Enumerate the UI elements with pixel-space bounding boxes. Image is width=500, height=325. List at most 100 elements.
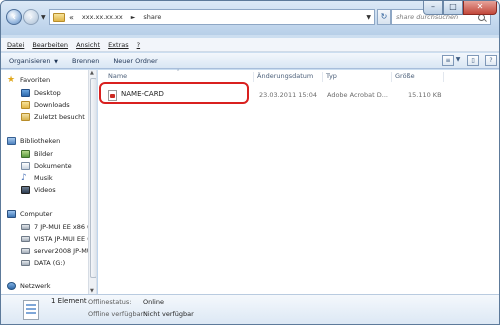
nav-item-label: VISTA JP-MUI EE ( <box>34 235 90 243</box>
menu-bar: Datei Bearbeiten Ansicht Extras ? <box>1 38 499 52</box>
refresh-button[interactable]: ↻ <box>377 9 391 25</box>
maximize-button[interactable]: □ <box>443 1 463 15</box>
nav-item-drive-c[interactable]: 7 JP-MUI EE x86 (C <box>21 223 94 231</box>
address-bar[interactable]: « xxx.xx.xx.xx ► share ▼ <box>49 9 375 25</box>
menu-extras[interactable]: Extras <box>108 41 129 49</box>
item-count: 1 Element <box>51 297 87 305</box>
nav-item-videos[interactable]: Videos <box>21 186 56 194</box>
address-separator-icon[interactable]: ► <box>131 14 136 21</box>
nav-item-drive-server[interactable]: server2008 JP-MUI <box>21 247 94 255</box>
downloads-folder-icon <box>21 101 30 109</box>
scroll-thumb[interactable] <box>90 78 96 278</box>
nav-computer[interactable]: Computer <box>7 210 52 218</box>
arrow-right-icon: › <box>28 11 34 23</box>
offline-availability-label: Offline verfügbar: <box>88 310 146 318</box>
file-date: 23.03.2011 15:04 <box>259 91 318 99</box>
back-button[interactable]: ‹ <box>6 9 22 25</box>
nav-network-label: Netzwerk <box>20 282 51 290</box>
nav-item-drive-vista[interactable]: VISTA JP-MUI EE ( <box>21 235 90 243</box>
address-segment-server[interactable]: xxx.xx.xx.xx <box>82 13 123 21</box>
details-pane: 1 Element Offlinestatus: Online Offline … <box>1 294 499 324</box>
folder-icon <box>53 12 65 22</box>
nav-item-desktop[interactable]: Desktop <box>21 89 61 97</box>
address-segment-share[interactable]: share <box>143 13 161 21</box>
column-header-size[interactable]: Größe <box>395 72 415 80</box>
help-icon[interactable]: ? <box>485 55 497 66</box>
nav-item-label: 7 JP-MUI EE x86 (C <box>34 223 95 231</box>
sort-ascending-icon: ⌃ <box>176 69 181 75</box>
pictures-icon <box>21 150 30 158</box>
title-bar: ‹ › ▼ « xxx.xx.xx.xx ► share ▼ ↻ share d… <box>1 1 499 35</box>
window-controls: – □ ✕ <box>423 1 497 15</box>
column-header-date[interactable]: Änderungsdatum <box>257 72 313 80</box>
network-icon <box>7 282 16 290</box>
nav-item-pictures[interactable]: Bilder <box>21 150 53 158</box>
column-divider[interactable] <box>443 72 444 82</box>
file-list: ⌃ Name Änderungsdatum Typ Größe NAME-CAR… <box>98 69 499 294</box>
close-button[interactable]: ✕ <box>463 1 497 15</box>
nav-computer-label: Computer <box>20 210 53 218</box>
recent-places-icon <box>21 113 30 121</box>
computer-icon <box>7 210 16 218</box>
organize-label: Organisieren <box>9 56 51 65</box>
nav-item-label: Desktop <box>34 89 61 97</box>
nav-item-label: Bilder <box>34 150 53 158</box>
menu-ansicht[interactable]: Ansicht <box>76 41 100 49</box>
menu-bearbeiten[interactable]: Bearbeiten <box>32 41 68 49</box>
star-icon: ★ <box>7 75 16 85</box>
view-controls: ≡ ▼ ▯ ? <box>436 55 497 66</box>
nav-item-label: Musik <box>34 174 53 182</box>
nav-favorites-label: Favoriten <box>20 76 51 84</box>
nav-scrollbar[interactable]: ▲ ▼ <box>88 70 96 294</box>
drive-icon <box>21 224 30 230</box>
multiple-files-icon <box>23 300 39 320</box>
documents-icon <box>21 162 30 170</box>
drive-icon <box>21 248 30 254</box>
forward-button[interactable]: › <box>23 9 39 25</box>
burn-button[interactable]: Brennen <box>72 57 99 65</box>
column-divider[interactable] <box>322 72 323 82</box>
nav-item-documents[interactable]: Dokumente <box>21 162 72 170</box>
desktop-icon <box>21 89 30 97</box>
preview-pane-icon[interactable]: ▯ <box>467 55 479 66</box>
address-dropdown-icon[interactable]: ▼ <box>366 14 371 21</box>
drive-icon <box>21 236 30 242</box>
menu-datei[interactable]: Datei <box>7 41 24 49</box>
nav-item-recent[interactable]: Zuletzt besucht <box>21 113 85 121</box>
table-row[interactable]: NAME-CARD 23.03.2011 15:04 Adobe Acrobat… <box>104 88 494 102</box>
nav-item-drive-data[interactable]: DATA (G:) <box>21 259 65 267</box>
nav-item-label: DATA (G:) <box>34 259 66 267</box>
nav-favorites[interactable]: ★ Favoriten <box>7 75 51 85</box>
file-size: 15.110 KB <box>408 91 442 99</box>
navigation-pane: ★ Favoriten Desktop Downloads Zuletzt be… <box>1 70 97 294</box>
offline-status-label: Offlinestatus: <box>88 298 132 306</box>
nav-network[interactable]: Netzwerk <box>7 282 51 290</box>
command-bar: Organisieren ▼ Brennen Neuer Ordner ≡ ▼ … <box>1 53 499 69</box>
history-dropdown-icon[interactable]: ▼ <box>41 14 46 21</box>
column-header-name[interactable]: Name <box>108 72 127 80</box>
offline-status-value: Online <box>143 298 164 306</box>
column-divider[interactable] <box>391 72 392 82</box>
nav-item-label: Videos <box>34 186 56 194</box>
videos-icon <box>21 186 30 194</box>
music-icon: ♪ <box>21 173 27 183</box>
scroll-up-icon[interactable]: ▲ <box>90 70 94 76</box>
nav-libraries-label: Bibliotheken <box>20 137 61 145</box>
address-overflow[interactable]: « <box>69 13 74 22</box>
menu-help[interactable]: ? <box>137 41 140 49</box>
column-header-type[interactable]: Typ <box>326 72 337 80</box>
column-divider[interactable] <box>253 72 254 82</box>
minimize-button[interactable]: – <box>423 1 443 15</box>
new-folder-button[interactable]: Neuer Ordner <box>113 57 157 65</box>
drive-icon <box>21 260 30 266</box>
nav-item-label: Downloads <box>34 101 70 109</box>
nav-item-downloads[interactable]: Downloads <box>21 101 70 109</box>
organize-button[interactable]: Organisieren ▼ <box>9 57 58 65</box>
view-dropdown-icon[interactable]: ▼ <box>455 55 461 66</box>
nav-item-music[interactable]: ♪ Musik <box>21 173 53 183</box>
nav-libraries[interactable]: Bibliotheken <box>7 137 60 145</box>
nav-item-label: Dokumente <box>34 162 72 170</box>
file-type: Adobe Acrobat D... <box>327 91 388 99</box>
explorer-window: ‹ › ▼ « xxx.xx.xx.xx ► share ▼ ↻ share d… <box>0 0 500 325</box>
view-options-icon[interactable]: ≡ <box>442 55 454 66</box>
